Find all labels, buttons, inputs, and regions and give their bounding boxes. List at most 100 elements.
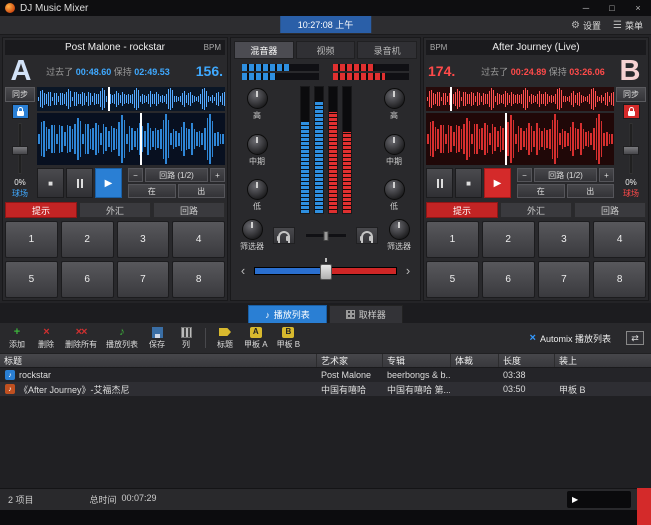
deck-b-loop-double-button[interactable]: + [599,168,614,182]
playlist-rows: ♪rockstar Post Malone beerbongs & b... 0… [0,368,651,488]
deck-b-filter-knob[interactable]: 筛选器 [387,219,411,252]
deck-a-eq-mid-knob[interactable]: 中期 [247,134,268,167]
tab-playlist[interactable]: ♪ 播放列表 [248,305,327,323]
column-genre[interactable]: 体裁 [450,354,498,367]
deck-b-pitch-handle[interactable] [623,146,639,155]
deck-b-pause-button[interactable] [426,168,453,198]
deck-b-stop-button[interactable]: ■ [455,168,482,198]
deck-b-loop-half-button[interactable]: − [517,168,532,182]
deck-b-waveform[interactable] [426,113,614,165]
deck-a-pad-1[interactable]: 1 [5,221,58,258]
deck-a-eq-low-knob[interactable]: 低 [247,179,268,212]
tab-video[interactable]: 视频 [296,41,356,59]
deck-a-pitch-handle[interactable] [12,146,28,155]
deck-a-loop-half-button[interactable]: − [128,168,143,182]
deck-b-pad-5[interactable]: 5 [426,261,479,298]
deck-b-eq-mid-knob[interactable]: 中期 [384,134,405,167]
deck-a-keylock-button[interactable] [12,104,29,119]
table-row[interactable]: ♪rockstar Post Malone beerbongs & b... 0… [0,368,651,382]
deck-b-eq-low-knob[interactable]: 低 [384,179,405,212]
deck-a-waveform[interactable] [37,113,225,165]
column-title[interactable]: 标题 [0,354,316,367]
deck-b-tab-fx[interactable]: 外汇 [500,202,572,218]
deck-b-pad-4[interactable]: 4 [593,221,646,258]
deck-b-pad-6[interactable]: 6 [482,261,535,298]
deck-a-play-button[interactable]: ▶ [95,168,122,198]
maximize-button[interactable]: □ [599,0,625,16]
deck-a-loop-in-button[interactable]: 在 [128,184,176,198]
deck-b-pad-8[interactable]: 8 [593,261,646,298]
deck-a-pad-3[interactable]: 3 [117,221,170,258]
deck-b-loop-button[interactable]: 回路 (1/2) [534,168,597,182]
deck-a-pad-6[interactable]: 6 [61,261,114,298]
deck-b-pad-2[interactable]: 2 [482,221,535,258]
add-button[interactable]: + 添加 [7,326,27,350]
deck-a-loop-button[interactable]: 回路 (1/2) [145,168,208,182]
deck-b-pad-3[interactable]: 3 [538,221,591,258]
deck-b-waveform-zoom[interactable] [426,87,614,111]
preview-player[interactable]: ▶ [567,491,631,508]
column-artist[interactable]: 艺术家 [316,354,382,367]
crossfader[interactable] [254,267,397,275]
crossfader-right-button[interactable]: › [401,264,415,278]
deck-a-cue-headphones-button[interactable] [273,227,295,244]
load-deck-a-button[interactable]: A 甲板 A [244,326,268,350]
playlists-button[interactable]: ♪ 播放列表 [106,326,138,350]
cue-mix-handle[interactable] [323,231,328,241]
table-row[interactable]: ♪《After Journey》-艾福杰尼 中国有嘻哈 中国有嘻哈 第... 0… [0,382,651,396]
deck-a-pad-2[interactable]: 2 [61,221,114,258]
deck-b-tab-loop[interactable]: 回路 [574,202,646,218]
column-length[interactable]: 长度 [498,354,554,367]
deck-b-loop-out-button[interactable]: 出 [567,184,615,198]
delete-button[interactable]: × 删除 [36,326,56,350]
deck-b-pad-7[interactable]: 7 [538,261,591,298]
deck-b-loop-in-button[interactable]: 在 [517,184,565,198]
crossfader-left-button[interactable]: ‹ [236,264,250,278]
deck-b-keylock-button[interactable] [623,104,640,119]
deck-a-pitch-slider[interactable] [5,121,35,176]
bottom-right-red-button[interactable] [637,488,651,525]
deck-a-eq-high-knob[interactable]: 高 [247,88,268,121]
deck-b-sync-button[interactable]: 同步 [616,87,646,102]
crossfader-handle[interactable] [320,264,332,280]
tab-recorder[interactable]: 录音机 [357,41,417,59]
column-album[interactable]: 专辑 [382,354,450,367]
deck-a-waveform-zoom[interactable] [37,87,225,111]
deck-a-pad-8[interactable]: 8 [172,261,225,298]
mixer-panel: 混音器 视频 录音机 高 中期 低 [230,37,421,301]
automix-toggle[interactable]: × Automix 播放列表 [530,332,611,345]
deck-a-pad-4[interactable]: 4 [172,221,225,258]
close-button[interactable]: × [625,0,651,16]
deck-a-stop-button[interactable]: ■ [37,168,64,198]
settings-button[interactable]: ⚙ 设置 [571,19,601,32]
deck-a-tab-cue[interactable]: 提示 [5,202,77,218]
save-button[interactable]: 保存 [147,326,167,350]
deck-a-sync-button[interactable]: 同步 [5,87,35,102]
deck-a-tab-fx[interactable]: 外汇 [79,202,151,218]
minimize-button[interactable]: ─ [573,0,599,16]
title-tag-button[interactable]: 标题 [215,326,235,350]
deck-a-filter-knob[interactable]: 筛选器 [240,219,264,252]
cue-mix-slider[interactable] [305,233,347,238]
repeat-button[interactable]: ⇄ [626,331,644,345]
tab-sampler[interactable]: 取样器 [329,305,403,323]
deck-a-pad-5[interactable]: 5 [5,261,58,298]
deck-b-cue-headphones-button[interactable] [356,227,378,244]
deck-a-loop-double-button[interactable]: + [210,168,225,182]
deck-a-pause-button[interactable] [66,168,93,198]
tab-mixer[interactable]: 混音器 [234,41,294,59]
columns-button[interactable]: 列 [176,326,196,350]
deck-a-tab-loop[interactable]: 回路 [153,202,225,218]
deck-a-pad-7[interactable]: 7 [117,261,170,298]
deck-b-pitch-slider[interactable] [616,121,646,176]
deck-b-pad-1[interactable]: 1 [426,221,479,258]
deck-b-play-button[interactable]: ▶ [484,168,511,198]
deck-a-loop-out-button[interactable]: 出 [178,184,226,198]
deck-b-eq-high-knob[interactable]: 高 [384,88,405,121]
column-loaded[interactable]: 装上 [554,354,651,367]
deck-b: After Journey (Live) BPM B 过去了 00:24.89 … [423,37,649,301]
delete-all-button[interactable]: ×× 删除所有 [65,326,97,350]
load-deck-b-button[interactable]: B 甲板 B [277,326,301,350]
deck-b-tab-cue[interactable]: 提示 [426,202,498,218]
menu-button[interactable]: ☰ 菜单 [613,19,643,32]
